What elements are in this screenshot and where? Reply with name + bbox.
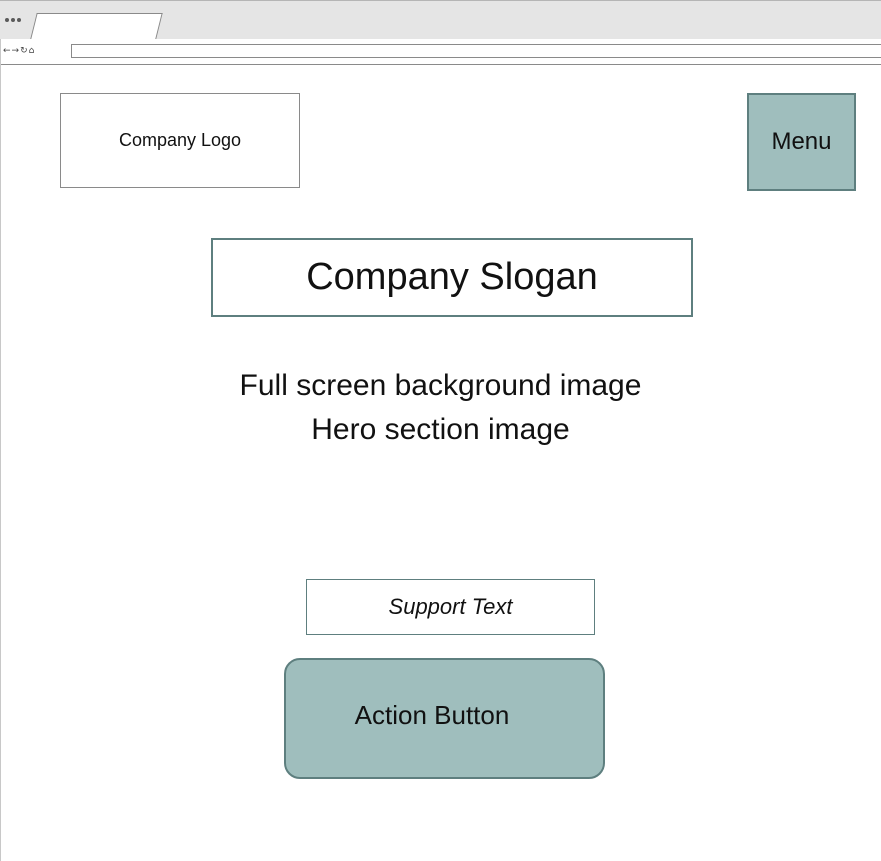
nav-buttons: ← → ↻ ⌂ <box>3 45 34 57</box>
window-dot-icon[interactable] <box>11 18 15 22</box>
action-button-label: Action Button <box>354 700 510 730</box>
home-icon[interactable]: ⌂ <box>29 45 35 57</box>
address-bar[interactable] <box>71 44 881 58</box>
hero-background-placeholder: Full screen background image Hero sectio… <box>0 364 881 452</box>
hero-image-line: Hero section image <box>311 413 570 446</box>
browser-tab-bar <box>0 0 881 40</box>
support-text-box: Support Text <box>306 579 595 635</box>
window-dot-icon[interactable] <box>17 18 21 22</box>
browser-tab[interactable] <box>30 13 163 40</box>
wireframe-page: ← → ↻ ⌂ Company Logo Menu Company Slogan… <box>0 0 881 861</box>
window-controls[interactable] <box>5 18 21 22</box>
company-slogan: Company Slogan <box>211 238 693 317</box>
logo-label: Company Logo <box>118 130 242 150</box>
menu-button-label: Menu <box>771 128 832 155</box>
forward-arrow-icon[interactable]: → <box>12 45 20 57</box>
slogan-text: Company Slogan <box>306 256 598 298</box>
window-dot-icon[interactable] <box>5 18 9 22</box>
action-button[interactable]: Action Button <box>284 658 605 779</box>
company-logo[interactable]: Company Logo <box>60 93 300 188</box>
browser-toolbar: ← → ↻ ⌂ <box>0 39 881 65</box>
support-text: Support Text <box>388 594 513 619</box>
reload-icon[interactable]: ↻ <box>20 45 28 57</box>
hero-background-line: Full screen background image <box>239 369 642 402</box>
menu-button[interactable]: Menu <box>747 93 856 191</box>
back-arrow-icon[interactable]: ← <box>3 45 11 57</box>
